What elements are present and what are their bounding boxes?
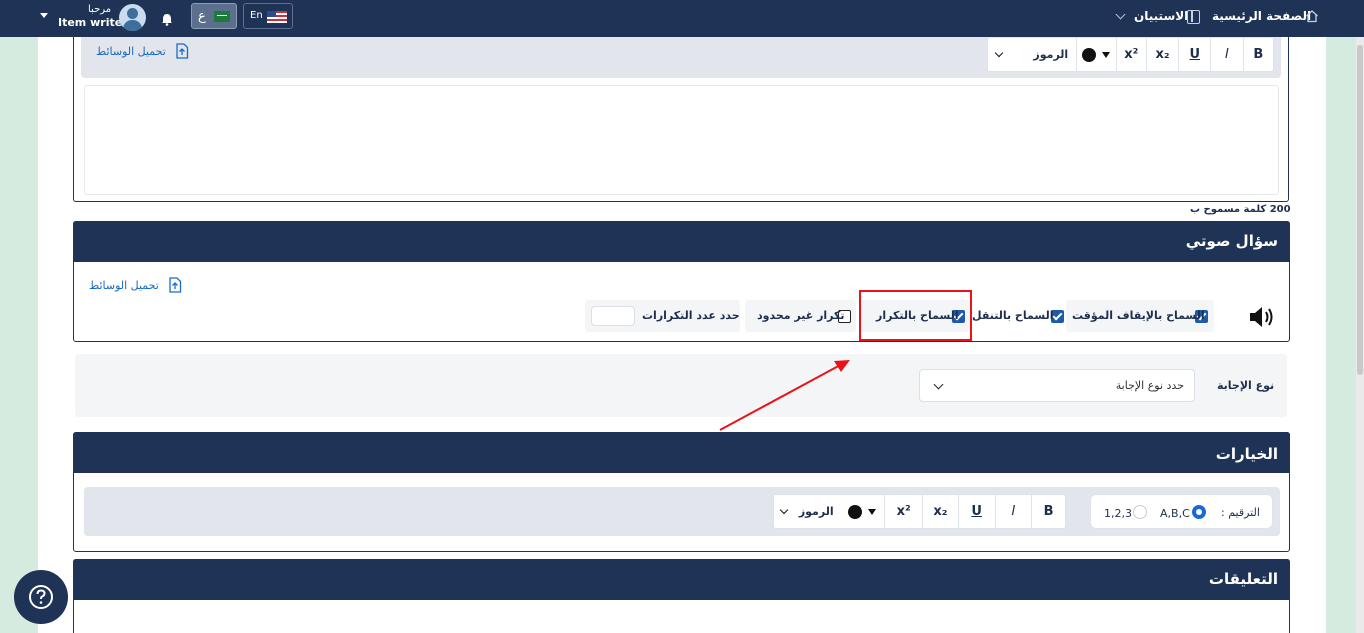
answer-type-label: نوع الإجابة xyxy=(1217,379,1275,392)
comments-header: التعليقات xyxy=(73,559,1290,600)
subscript-button[interactable]: x₂ xyxy=(1145,38,1178,71)
editor-textarea[interactable] xyxy=(84,85,1279,195)
numbering-group: 1,2,3 A,B,C الترقيم : xyxy=(1090,494,1273,529)
pause-label: السماح بالإيقاف المؤقت xyxy=(1072,309,1205,322)
italic-button[interactable]: I xyxy=(1210,38,1242,71)
navigation-label: السماح بالتنقل xyxy=(972,309,1054,322)
question-circle-icon xyxy=(28,584,54,610)
answer-type-placeholder: حدد نوع الإجابة xyxy=(1115,379,1184,392)
caret-down-icon[interactable] xyxy=(40,13,48,18)
numbering-label: الترقيم : xyxy=(1221,506,1260,519)
symbols-label: الرموز xyxy=(1033,48,1069,61)
book-icon xyxy=(1187,10,1200,24)
us-flag-icon xyxy=(267,11,287,23)
repeat-limit-input[interactable] xyxy=(591,306,635,326)
editor-format-toolbar: الرموز x² x₂ U I B xyxy=(987,37,1274,72)
upload-icon[interactable] xyxy=(168,277,182,293)
italic-button[interactable]: I xyxy=(994,495,1032,528)
symbols-dropdown[interactable]: الرموز xyxy=(774,495,841,528)
superscript-button[interactable]: x² xyxy=(884,495,922,528)
chevron-down-icon[interactable] xyxy=(1115,9,1126,20)
comments-title: التعليقات xyxy=(1208,570,1278,588)
chevron-down-icon xyxy=(933,379,944,390)
choices-format-toolbar: الرموز x² x₂ U I B xyxy=(773,494,1066,529)
bold-button[interactable]: B xyxy=(1031,495,1065,528)
audio-question-title: سؤال صوتي xyxy=(1185,232,1278,250)
speaker-icon[interactable] xyxy=(1249,304,1277,330)
language-ar-label: ع xyxy=(198,9,206,24)
greeting-text: مرحبا xyxy=(88,4,112,15)
numbering-option-123[interactable]: 1,2,3 xyxy=(1104,507,1132,520)
avatar[interactable] xyxy=(119,4,146,31)
subscript-button[interactable]: x₂ xyxy=(922,495,958,528)
language-ar-button[interactable]: ع xyxy=(191,3,237,29)
bell-icon[interactable] xyxy=(161,11,173,26)
language-en-button[interactable]: En xyxy=(243,3,293,29)
answer-type-select[interactable]: حدد نوع الإجابة xyxy=(919,369,1195,402)
underline-button[interactable]: U xyxy=(1178,38,1210,71)
home-icon[interactable] xyxy=(1305,8,1319,23)
choices-header: الخيارات xyxy=(73,432,1290,473)
repeat-limit-label: حدد عدد التكرارات xyxy=(642,309,740,322)
caret-down-icon xyxy=(868,508,877,515)
choices-title: الخيارات xyxy=(1215,445,1278,463)
scrollbar[interactable] xyxy=(1356,37,1364,633)
numbering-radio-123[interactable] xyxy=(1133,505,1147,519)
bold-button[interactable]: B xyxy=(1242,38,1273,71)
unlimited-label: تكرار غير محدود xyxy=(757,309,845,322)
sa-flag-icon xyxy=(214,11,230,22)
upload-icon[interactable] xyxy=(175,43,189,59)
symbols-dropdown[interactable]: الرموز xyxy=(988,38,1076,71)
nav-home[interactable]: الصفحة الرئيسية xyxy=(1212,9,1311,23)
chevron-down-icon xyxy=(994,48,1004,58)
scrollbar-thumb[interactable] xyxy=(1357,45,1363,375)
audio-upload-media-link[interactable]: تحميل الوسائط xyxy=(89,279,159,292)
numbering-radio-abc[interactable] xyxy=(1192,505,1206,519)
user-name[interactable]: Item writer xyxy=(58,16,128,29)
text-color-picker[interactable] xyxy=(1076,38,1115,71)
numbering-option-abc[interactable]: A,B,C xyxy=(1160,507,1190,520)
color-swatch-icon xyxy=(1082,47,1097,62)
underline-button[interactable]: U xyxy=(957,495,995,528)
language-en-label: En xyxy=(250,10,263,21)
top-bar: مرحبا Item writer ع En الاستبيان الصفحة … xyxy=(0,0,1364,37)
caret-down-icon xyxy=(1102,51,1111,58)
superscript-button[interactable]: x² xyxy=(1115,38,1146,71)
chevron-down-icon xyxy=(779,505,789,515)
color-swatch-icon xyxy=(848,504,863,519)
annotation-arrow xyxy=(719,360,850,431)
symbols-label: الرموز xyxy=(798,505,834,518)
word-limit-text: 200 كلمة مسموح ب xyxy=(1190,204,1291,215)
help-button[interactable] xyxy=(14,570,68,624)
nav-questionnaire[interactable]: الاستبيان xyxy=(1134,9,1188,23)
text-color-picker[interactable] xyxy=(841,495,885,528)
audio-question-header: سؤال صوتي xyxy=(73,221,1290,262)
highlight-box xyxy=(859,290,972,341)
upload-media-link[interactable]: تحميل الوسائط xyxy=(96,45,166,58)
